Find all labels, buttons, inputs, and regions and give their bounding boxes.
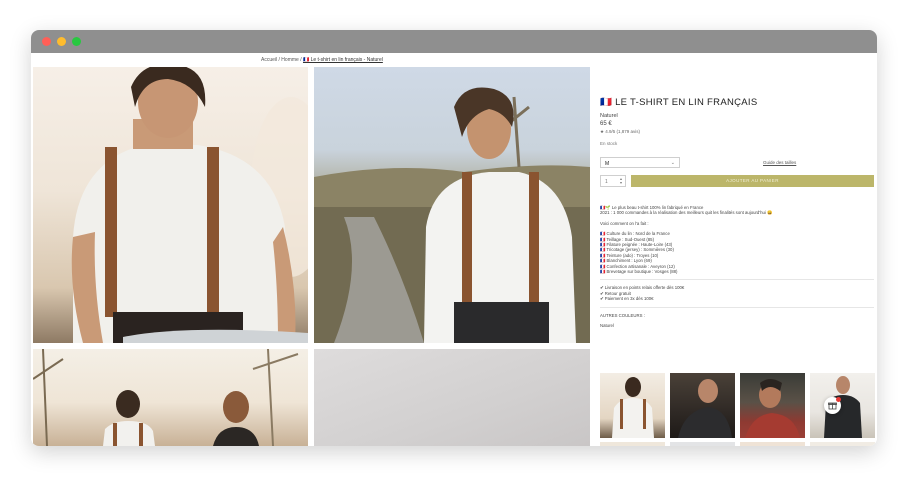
divider <box>600 279 874 281</box>
add-to-cart-button[interactable]: AJOUTER AU PANIER <box>631 175 874 187</box>
quantity-value: 1 <box>605 179 608 185</box>
quantity-arrows-icon[interactable]: ▴ ▾ <box>620 177 622 185</box>
product-description: 🇫🇷🌱 Le plus beau t-shirt 100% lin fabriq… <box>600 205 874 329</box>
color-thumbnail[interactable] <box>600 442 665 446</box>
product-color: Naturel <box>600 113 618 119</box>
product-photo-1[interactable] <box>33 67 308 343</box>
breadcrumb-separator: / <box>300 57 302 63</box>
minimize-window-button[interactable] <box>57 37 66 46</box>
breadcrumb: Accueil / Homme / 🇫🇷 Le t-shirt en lin f… <box>261 57 383 63</box>
product-photo-3[interactable] <box>33 349 308 446</box>
gift-icon[interactable] <box>824 397 841 414</box>
product-rating[interactable]: ★ 4.9/5 (1,879 avis) <box>600 129 875 135</box>
quantity-stepper[interactable]: 1 ▴ ▾ <box>600 175 626 187</box>
color-thumbnail[interactable] <box>670 442 735 446</box>
breadcrumb-home[interactable]: Accueil <box>261 57 277 63</box>
breadcrumb-current: 🇫🇷 Le t-shirt en lin français - Naturel <box>302 57 383 63</box>
product-price: 65 € <box>600 121 612 127</box>
color-thumbnail-naturel[interactable] <box>600 373 665 438</box>
close-window-button[interactable] <box>42 37 51 46</box>
product-title: 🇫🇷 LE T-SHIRT EN LIN FRANÇAIS <box>600 97 758 108</box>
size-guide-link[interactable]: Guide des tailles <box>763 160 796 165</box>
product-photo-4[interactable] <box>314 349 590 446</box>
browser-window: Accueil / Homme / 🇫🇷 Le t-shirt en lin f… <box>31 30 877 446</box>
notification-badge <box>836 397 841 402</box>
size-select-value: M <box>605 161 610 167</box>
divider <box>600 306 874 308</box>
origin-line: 🇫🇷 Brevetage sur boutique : Vosges (88) <box>600 269 678 275</box>
color-thumbnail[interactable] <box>740 442 805 446</box>
color-thumbnail-dark[interactable] <box>670 373 735 438</box>
browser-titlebar <box>31 30 877 53</box>
chevron-down-icon: ⌄ <box>670 160 675 166</box>
benefit-line: ✔ Paiement en 3x dès 100€ <box>600 296 654 302</box>
breadcrumb-category[interactable]: Homme <box>281 57 299 63</box>
color-thumbnail[interactable] <box>810 442 875 446</box>
product-page: Accueil / Homme / 🇫🇷 Le t-shirt en lin f… <box>31 53 877 446</box>
maximize-window-button[interactable] <box>72 37 81 46</box>
size-select[interactable]: M ⌄ <box>600 157 680 168</box>
breadcrumb-separator: / <box>278 57 280 63</box>
color-thumbnail-red[interactable] <box>740 373 805 438</box>
product-photo-2[interactable] <box>314 67 590 343</box>
product-info: 🇫🇷 LE T-SHIRT EN LIN FRANÇAIS Naturel 65… <box>600 97 875 446</box>
stock-status: En stock <box>600 141 618 146</box>
other-colors-current: Naturel <box>600 323 614 329</box>
color-thumbnail-black[interactable] <box>810 373 875 438</box>
